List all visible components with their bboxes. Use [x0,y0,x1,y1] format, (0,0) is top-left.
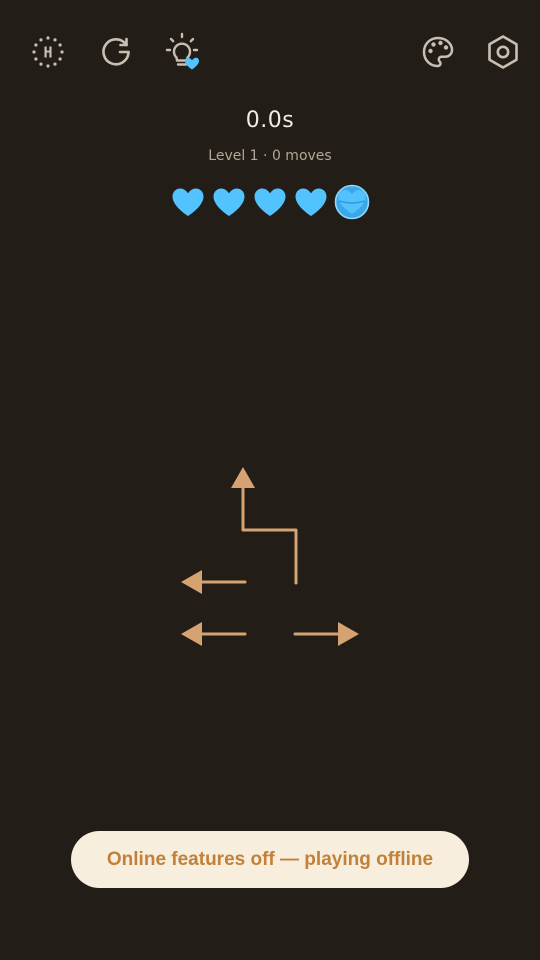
hint-button[interactable] [160,30,204,74]
game-screen: H 0.0s Level 1 · 0 moves Online features… [0,0,540,960]
life-heart-icon [172,188,204,216]
hint-heart-badge-icon [185,57,199,70]
history-icon: H [32,36,64,68]
hint-lightbulb-icon [165,32,199,70]
offline-toast-text: Online features off — playing offline [106,848,434,870]
theme-palette-button[interactable] [416,30,460,74]
lives-row [0,184,540,220]
life-heart-active-icon [334,184,370,220]
level-status: Level 1 · 0 moves [208,148,332,164]
settings-button[interactable] [481,30,525,74]
settings-hexagon-icon [488,35,518,69]
restart-icon [102,37,130,66]
history-icon-letter: H [43,44,52,62]
life-heart-icon [213,188,245,216]
arrow-bent-up[interactable] [241,482,298,585]
life-heart-icon [254,188,286,216]
restart-button[interactable] [94,30,138,74]
palette-icon [422,36,454,68]
puzzle-board [181,467,359,646]
timer: 0.0s [245,108,295,133]
history-button[interactable]: H [26,30,70,74]
life-heart-icon [295,188,327,216]
offline-toast: Online features off — playing offline [71,831,469,888]
